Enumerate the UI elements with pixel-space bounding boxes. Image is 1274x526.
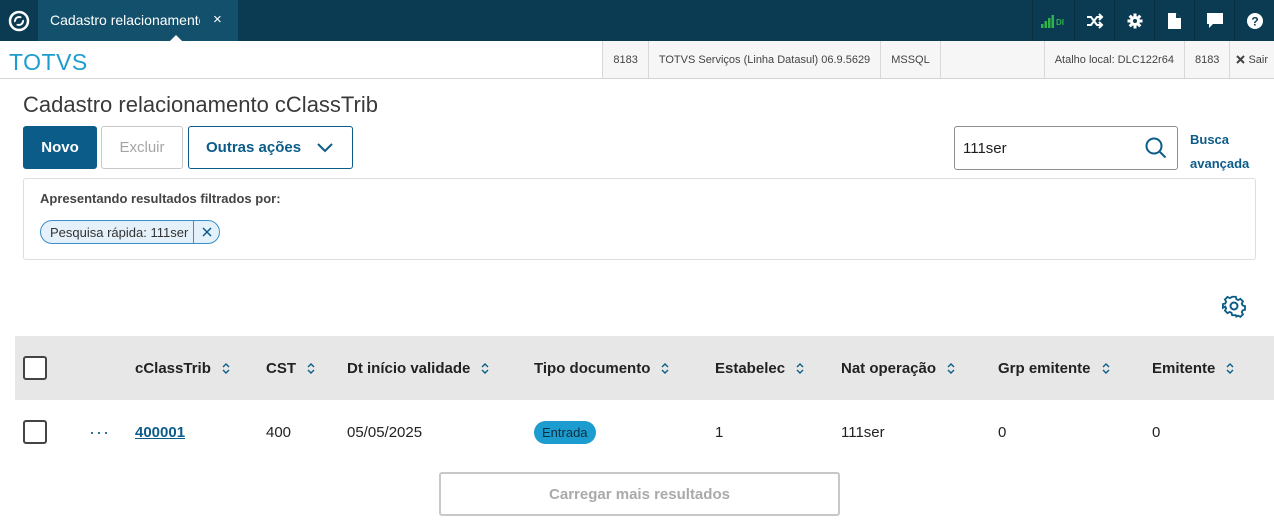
cell-cclasstrib: 400001: [135, 400, 185, 464]
table-header: cClassTrib CST Dt início validade Tipo d…: [15, 336, 1274, 400]
filter-chip-label: Pesquisa rápida: 111ser: [50, 224, 189, 240]
column-header-dt-inicio[interactable]: Dt início validade: [347, 336, 489, 400]
status-badge: Entrada: [534, 420, 596, 444]
search-box: [954, 126, 1178, 170]
app-logo-icon[interactable]: [0, 0, 38, 41]
row-actions-menu[interactable]: ···: [89, 400, 110, 464]
svg-text:?: ?: [1251, 14, 1258, 28]
cclasstrib-link[interactable]: 400001: [135, 424, 185, 441]
outras-acoes-button[interactable]: Outras ações: [188, 126, 353, 169]
column-header-emitente[interactable]: Emitente: [1152, 336, 1234, 400]
document-icon[interactable]: [1154, 0, 1194, 41]
shuffle-icon[interactable]: [1074, 0, 1114, 41]
chevron-down-icon: [317, 142, 333, 152]
column-label: Tipo documento: [534, 359, 651, 377]
column-header-estabelec[interactable]: Estabelec: [715, 336, 804, 400]
filter-panel: Apresentando resultados filtrados por: P…: [23, 178, 1256, 260]
novo-button[interactable]: Novo: [23, 126, 97, 169]
search-icon[interactable]: [1145, 137, 1167, 159]
info-cell-port-2: 8183: [1183, 41, 1230, 78]
tab-cadastro-relacionamento[interactable]: Cadastro relacionamento cClassTrib ×: [38, 0, 238, 41]
sort-icon: [1226, 362, 1234, 374]
sair-button[interactable]: Sair: [1229, 41, 1274, 78]
column-label: cClassTrib: [135, 359, 211, 377]
column-header-cst[interactable]: CST: [266, 336, 315, 400]
tab-close-icon[interactable]: ×: [213, 11, 222, 28]
select-all-checkbox[interactable]: [23, 356, 47, 380]
top-bar: Cadastro relacionamento cClassTrib × DI: [0, 0, 1274, 41]
signal-icon[interactable]: DI: [1032, 0, 1074, 41]
column-label: Dt início validade: [347, 359, 471, 377]
cell-nat-operacao: 111ser: [841, 423, 885, 441]
info-cell-atalho: Atalho local: DLC122r64: [1043, 41, 1184, 78]
filter-title: Apresentando resultados filtrados por:: [40, 191, 281, 206]
busca-avancada-link[interactable]: Busca avançada: [1190, 128, 1260, 176]
brand-logo: TOTVS: [9, 49, 88, 75]
info-cell-database: MSSQL: [880, 41, 940, 78]
sort-icon: [661, 362, 669, 374]
sort-icon: [796, 362, 804, 374]
cell-cst: 400: [266, 423, 292, 441]
sort-icon: [1102, 362, 1110, 374]
column-header-cclasstrib[interactable]: cClassTrib: [135, 336, 230, 400]
column-header-nat-operacao[interactable]: Nat operação: [841, 336, 955, 400]
cell-emitente: 0: [1152, 423, 1161, 441]
chat-icon[interactable]: [1194, 0, 1234, 41]
info-cells: 8183 TOTVS Serviços (Linha Datasul) 06.9…: [602, 41, 1274, 78]
search-input[interactable]: [963, 137, 1143, 159]
row-checkbox[interactable]: [23, 420, 47, 444]
close-icon: [1236, 55, 1246, 64]
column-header-tipo-documento[interactable]: Tipo documento: [534, 336, 669, 400]
info-bar: TOTVS 8183 TOTVS Serviços (Linha Datasul…: [0, 41, 1274, 79]
cell-tipo-documento: Entrada: [534, 400, 596, 464]
info-cell-product: TOTVS Serviços (Linha Datasul) 06.9.5629: [647, 41, 881, 78]
tab-label: Cadastro relacionamento cClassTrib: [50, 12, 200, 28]
info-cell-port: 8183: [602, 41, 648, 78]
column-label: Grp emitente: [998, 359, 1091, 377]
sort-icon: [947, 362, 955, 374]
cell-estabelec: 1: [715, 423, 724, 441]
toolbar-icons: DI ?: [1032, 0, 1274, 41]
column-label: CST: [266, 359, 296, 377]
outras-acoes-label: Outras ações: [206, 139, 302, 156]
sort-icon: [222, 362, 230, 374]
signal-text: DI: [1056, 18, 1064, 27]
column-label: Emitente: [1152, 359, 1216, 377]
cell-dt-inicio: 05/05/2025: [347, 423, 423, 441]
load-more-button[interactable]: Carregar mais resultados: [439, 472, 840, 516]
column-label: Nat operação: [841, 359, 937, 377]
column-label: Estabelec: [715, 359, 786, 377]
help-icon[interactable]: ?: [1234, 0, 1274, 41]
sort-icon: [307, 362, 315, 374]
page-title: Cadastro relacionamento cClassTrib: [23, 92, 378, 117]
chip-close-icon[interactable]: [193, 221, 219, 243]
excluir-button[interactable]: Excluir: [101, 126, 183, 169]
sair-label: Sair: [1248, 53, 1268, 66]
cell-grp-emitente: 0: [998, 423, 1007, 441]
filter-chip: Pesquisa rápida: 111ser: [40, 220, 221, 244]
table-settings-gear-icon[interactable]: [1222, 294, 1246, 323]
sort-icon: [481, 362, 489, 374]
info-cell-redacted: [939, 41, 1044, 78]
table-row: ··· 400001 400 05/05/2025 Entrada 1 111s…: [15, 400, 1274, 464]
column-header-grp-emitente[interactable]: Grp emitente: [998, 336, 1110, 400]
gear-icon[interactable]: [1114, 0, 1154, 41]
